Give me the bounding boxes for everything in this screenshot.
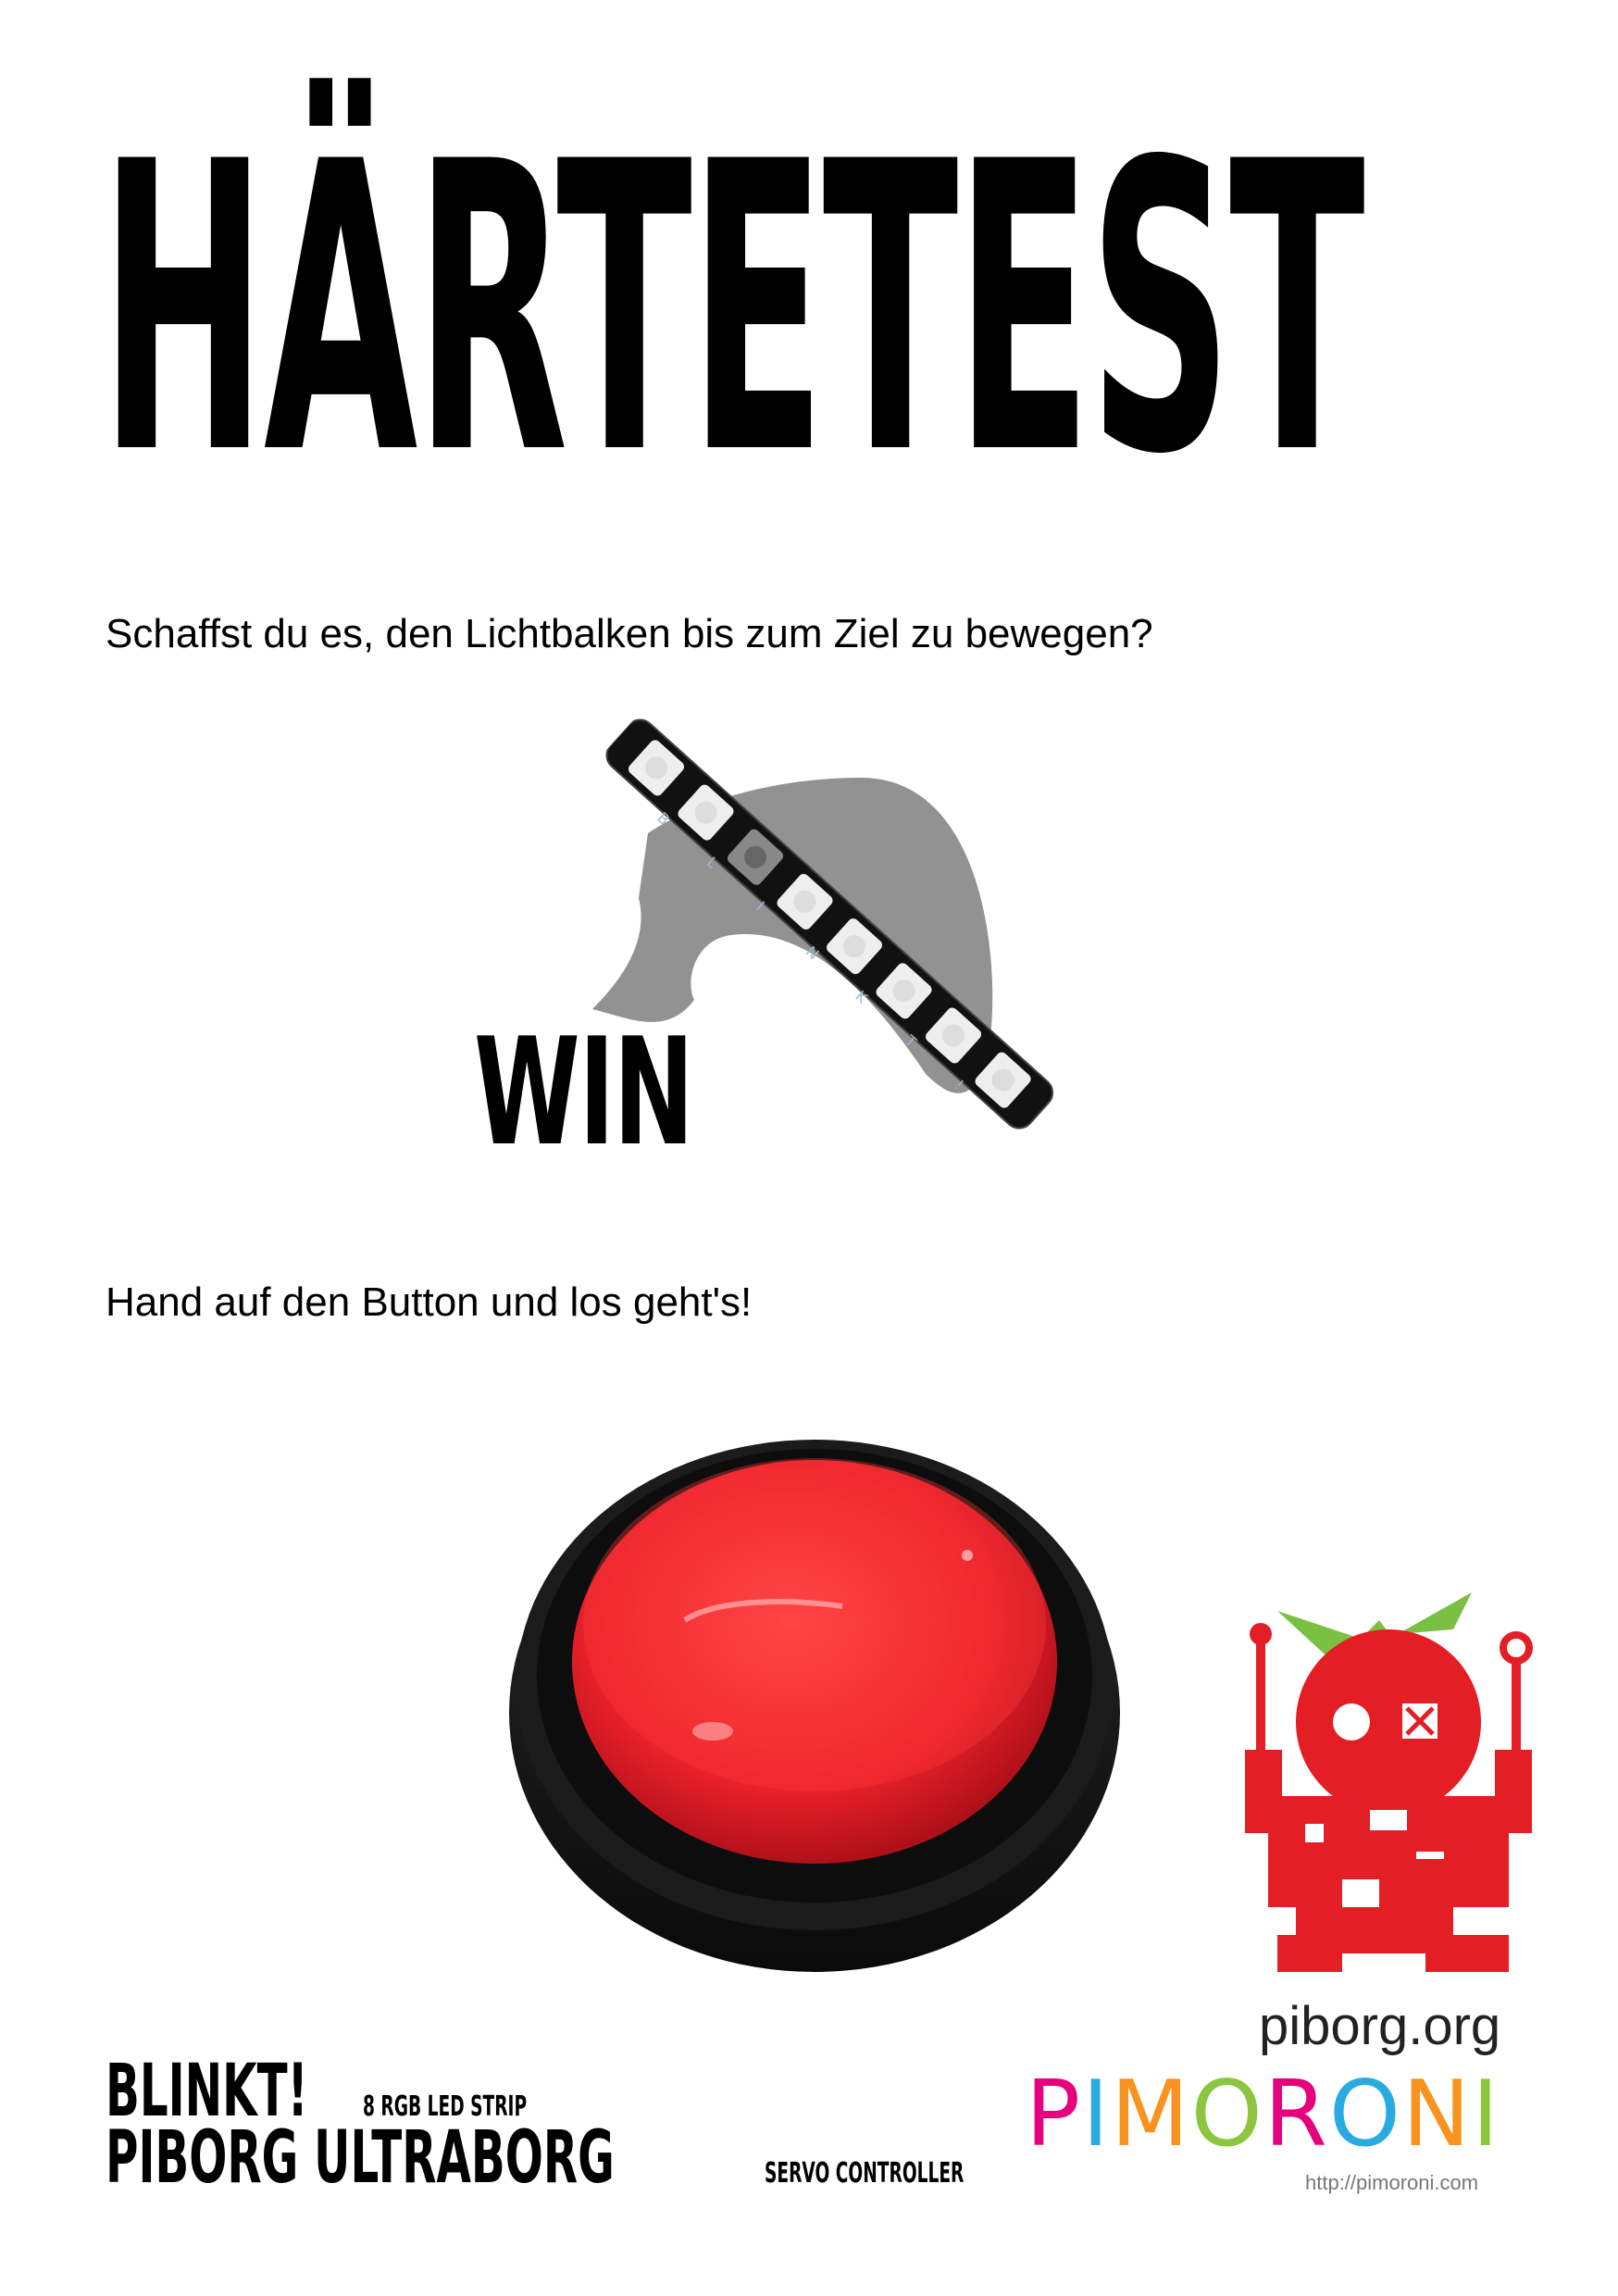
pimoroni-letter: R <box>1263 2062 1329 2167</box>
pimoroni-letter: I <box>1472 2062 1501 2167</box>
pimoroni-letter: M <box>1111 2062 1191 2167</box>
pimoroni-logo: PIMORONI <box>1026 2069 1500 2160</box>
pimoroni-letter: O <box>1190 2062 1264 2167</box>
start-instruction: Hand auf den Button und los geht's! <box>106 1279 753 1325</box>
big-red-button[interactable] <box>500 1389 1129 1981</box>
credit-ultraborg-name: PIBORG ULTRABORG <box>106 2116 615 2200</box>
pimoroni-url[interactable]: http://pimoroni.com <box>1305 2171 1478 2195</box>
page-title: HÄRTETEST <box>100 79 1365 542</box>
credit-ultraborg: PIBORG ULTRABORG SERVO CONTROLLER <box>106 2122 1087 2194</box>
piborg-url[interactable]: piborg.org <box>1259 1995 1500 2057</box>
credit-ultraborg-detail: SERVO CONTROLLER <box>765 2157 965 2190</box>
pimoroni-letter: O <box>1328 2062 1402 2167</box>
win-label: WIN <box>474 1005 694 1179</box>
piborg-robot-logo <box>1245 1592 1533 1972</box>
pimoroni-letter: I <box>1082 2062 1112 2167</box>
challenge-question: Schaffst du es, den Lichtbalken bis zum … <box>106 611 1153 656</box>
pimoroni-letter: N <box>1401 2062 1473 2167</box>
